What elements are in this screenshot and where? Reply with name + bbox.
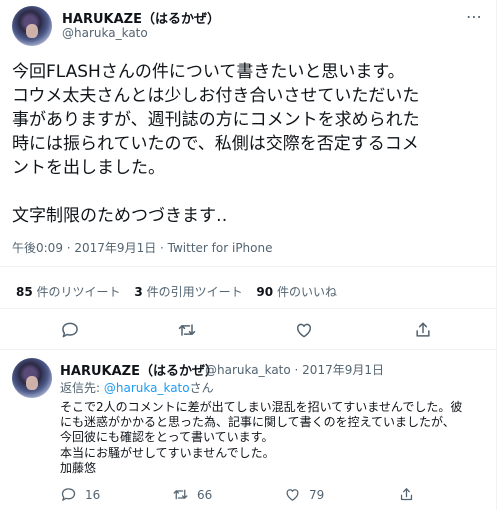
author-name[interactable]: HARUKAZE（はるかぜ） xyxy=(62,8,220,27)
reply-text: そこで2人のコメントに差が出てしまい混乱を招いてすいませんでした。彼 にも迷惑が… xyxy=(60,400,463,475)
reply-icon[interactable] xyxy=(58,318,82,342)
tweet-thread: HARUKAZE（はるかぜ） @haruka_kato ⋯ 今回FLASHさんの… xyxy=(0,0,497,510)
retweet-count: 66 xyxy=(197,487,213,502)
reply-to-prefix: 返信先: xyxy=(60,381,104,395)
likes-count[interactable]: 90 xyxy=(256,285,273,299)
quotes-label[interactable]: 件の引用ツイート xyxy=(147,285,243,299)
author-handle[interactable]: @haruka_kato xyxy=(62,26,148,40)
reply-icon[interactable] xyxy=(60,486,77,503)
retweets-label[interactable]: 件のリツイート xyxy=(37,285,121,299)
quotes-count[interactable]: 3 xyxy=(134,285,142,299)
divider xyxy=(0,266,496,267)
like-icon[interactable] xyxy=(292,318,316,342)
reply-author-name[interactable]: HARUKAZE（はるかぜ） xyxy=(60,360,218,379)
reply-share-button[interactable] xyxy=(398,486,415,503)
divider xyxy=(0,308,496,309)
avatar[interactable] xyxy=(12,358,52,398)
reply-count: 16 xyxy=(85,487,101,502)
reply-to-suffix: さん xyxy=(189,381,214,395)
reply-like-button[interactable]: 79 xyxy=(284,486,324,503)
divider xyxy=(0,349,496,350)
reply-to-line: 返信先: @haruka_katoさん xyxy=(60,379,214,396)
reply-retweet-button[interactable]: 66 xyxy=(172,486,212,503)
tweet-text: 今回FLASHさんの件について書きたいと思います。 コウメ太夫さんとは少しお付き… xyxy=(12,62,420,226)
tweet-stats: 85 件のリツイート 3 件の引用ツイート 90 件のいいね xyxy=(16,283,347,300)
like-icon[interactable] xyxy=(284,486,301,503)
retweet-icon[interactable] xyxy=(172,486,189,503)
share-icon[interactable] xyxy=(411,318,435,342)
retweets-count[interactable]: 85 xyxy=(16,285,33,299)
reply-handle-date[interactable]: @haruka_kato · 2017年9月1日 xyxy=(205,361,384,378)
like-count: 79 xyxy=(309,487,325,502)
share-icon[interactable] xyxy=(398,486,415,503)
reply-reply-button[interactable]: 16 xyxy=(60,486,100,503)
avatar[interactable] xyxy=(12,6,52,46)
tweet-metadata[interactable]: 午後0:09 · 2017年9月1日 · Twitter for iPhone xyxy=(12,239,273,256)
retweet-icon[interactable] xyxy=(175,318,199,342)
more-icon[interactable]: ⋯ xyxy=(466,7,483,26)
likes-label[interactable]: 件のいいね xyxy=(277,285,337,299)
reply-to-user-link[interactable]: @haruka_kato xyxy=(104,381,190,395)
